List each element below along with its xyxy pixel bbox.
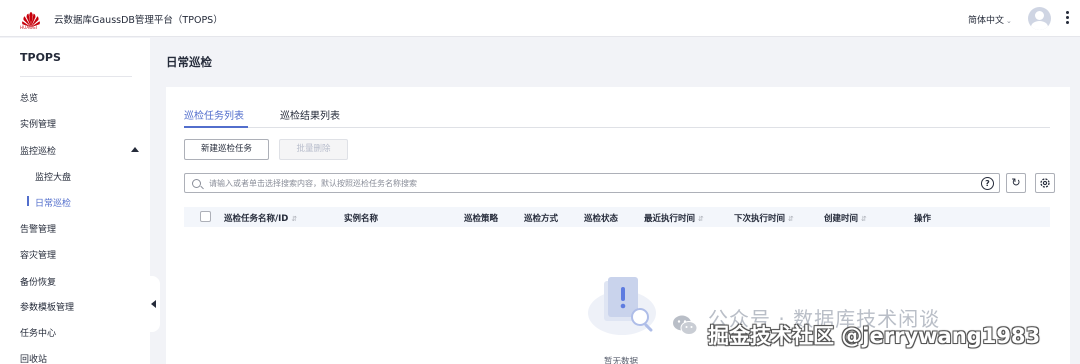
col-status: 巡检状态 — [584, 214, 619, 224]
language-label: 简体中文 — [968, 16, 1005, 26]
sidebar-item-disaster-recovery[interactable]: 容灾管理 — [20, 248, 56, 261]
empty-data-icon — [588, 277, 656, 335]
sidebar-item-alarms[interactable]: 告警管理 — [20, 222, 56, 235]
language-selector[interactable]: 简体中文 ⌄ — [968, 13, 1012, 26]
sidebar-collapse-button[interactable] — [144, 276, 160, 332]
col-instance-name: 实例名称 — [344, 214, 379, 224]
sort-icon[interactable]: ⇵ — [788, 215, 794, 223]
search-placeholder: 请输入或者单击选择搜索内容，默认按照巡检任务名称搜索 — [209, 179, 417, 188]
col-created[interactable]: 创建时间 ⇵ — [824, 212, 867, 224]
col-strategy: 巡检策略 — [464, 214, 499, 224]
wechat-icon — [673, 315, 698, 335]
refresh-button[interactable]: ↻ — [1006, 173, 1026, 193]
sort-icon[interactable]: ⇵ — [291, 215, 297, 223]
sidebar-divider — [20, 76, 132, 77]
batch-delete-button[interactable]: 批量删除 — [279, 139, 348, 160]
col-next-run[interactable]: 下次执行时间 ⇵ — [734, 212, 794, 224]
tab-task-list[interactable]: 巡检任务列表 — [184, 107, 244, 122]
sidebar-item-overview[interactable]: 总览 — [20, 91, 38, 104]
sidebar-title: TPOPS — [20, 51, 61, 64]
avatar-body — [1031, 21, 1048, 30]
caret-up-icon[interactable] — [131, 147, 139, 152]
refresh-icon: ↻ — [1011, 176, 1021, 189]
caret-left-icon — [151, 300, 156, 308]
tabs-divider — [184, 127, 1050, 128]
search-input[interactable]: 请输入或者单击选择搜索内容，默认按照巡检任务名称搜索 ? — [184, 173, 1000, 193]
col-method: 巡检方式 — [524, 214, 559, 224]
user-avatar[interactable] — [1028, 7, 1051, 30]
tab-result-list[interactable]: 巡检结果列表 — [280, 107, 340, 122]
select-all-checkbox[interactable] — [200, 211, 211, 222]
sidebar-item-task-center[interactable]: 任务中心 — [20, 326, 56, 339]
active-tab-indicator — [184, 126, 248, 128]
table-header: 巡检任务名称/ID ⇵ 实例名称 巡检策略 巡检方式 巡检状态 最近执行时间 ⇵ 下… — [184, 207, 1050, 227]
empty-text: 暂无数据 — [604, 357, 639, 364]
search-icon — [192, 179, 201, 188]
sort-icon[interactable]: ⇵ — [861, 215, 867, 223]
more-vertical-icon[interactable] — [1066, 11, 1070, 27]
col-last-run[interactable]: 最近执行时间 ⇵ — [644, 212, 704, 224]
settings-button[interactable] — [1035, 173, 1055, 193]
sidebar-item-backup[interactable]: 备份恢复 — [20, 275, 56, 288]
avatar-head — [1035, 11, 1044, 20]
page-title: 日常巡检 — [166, 55, 212, 69]
sidebar: TPOPS 总览 实例管理 监控巡检 监控大盘 日常巡检 告警管理 容灾管理 备… — [0, 38, 150, 364]
sidebar-item-param-templates[interactable]: 参数模板管理 — [20, 300, 74, 313]
app-title: 云数据库GaussDB管理平台（TPOPS） — [54, 15, 223, 26]
watermark-author: 掘金技术社区 @jerrywang1983 — [708, 324, 1041, 348]
sidebar-item-recycle-bin[interactable]: 回收站 — [20, 352, 47, 364]
create-task-button[interactable]: 新建巡检任务 — [184, 139, 269, 160]
sort-icon[interactable]: ⇵ — [698, 215, 704, 223]
gear-icon — [1040, 178, 1050, 188]
chevron-down-icon: ⌄ — [1006, 17, 1012, 25]
help-icon[interactable]: ? — [981, 177, 994, 190]
sidebar-item-daily-inspection[interactable]: 日常巡检 — [35, 196, 71, 209]
top-bar: HUAWEI 云数据库GaussDB管理平台（TPOPS） 简体中文 ⌄ — [0, 0, 1080, 37]
active-indicator — [27, 196, 29, 206]
col-task-name[interactable]: 巡检任务名称/ID ⇵ — [224, 212, 297, 224]
sidebar-item-monitoring[interactable]: 监控巡检 — [20, 144, 56, 157]
col-actions: 操作 — [914, 214, 932, 224]
sidebar-item-instances[interactable]: 实例管理 — [20, 117, 56, 130]
sidebar-item-dashboard[interactable]: 监控大盘 — [35, 170, 71, 183]
logo-text: HUAWEI — [20, 25, 38, 30]
